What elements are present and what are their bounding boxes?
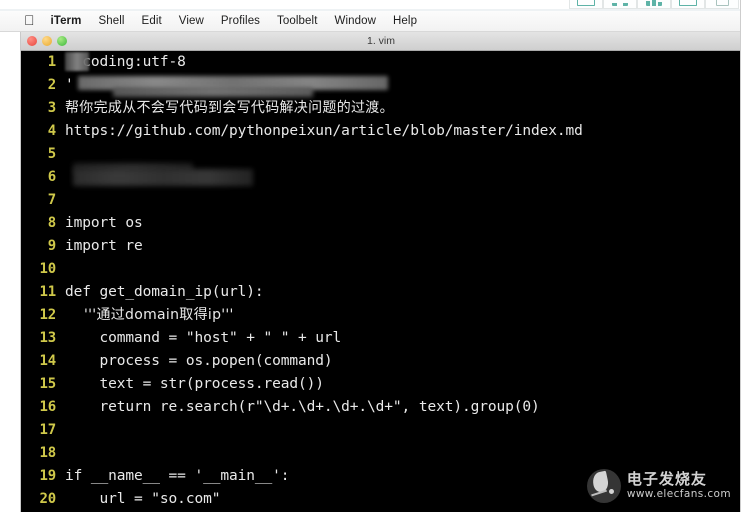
line-number: 12 bbox=[39, 307, 57, 323]
line-number: 3 bbox=[47, 100, 56, 116]
code-text: 帮你完成从不会写代码到会写代码解决问题的过渡。 bbox=[65, 100, 394, 116]
code-text: '''通过domain取得ip''' bbox=[65, 307, 234, 323]
code-line: 3 帮你完成从不会写代码到会写代码解决问题的过渡。 bbox=[21, 97, 741, 120]
window-title: 1. vim bbox=[366, 35, 395, 47]
code-line: 2 ' bbox=[21, 74, 741, 97]
menu-item-shell[interactable]: Shell bbox=[98, 15, 124, 27]
code-line: 17 bbox=[21, 419, 741, 442]
line-number: 14 bbox=[39, 353, 57, 369]
line-number: 8 bbox=[47, 215, 56, 231]
minimize-button[interactable] bbox=[42, 36, 52, 46]
code-text: text = str(process.read()) bbox=[65, 376, 324, 392]
code-line: 14 process = os.popen(command) bbox=[21, 350, 741, 373]
line-number: 5 bbox=[47, 146, 56, 162]
code-text: def get_domain_ip(url): bbox=[65, 284, 264, 300]
code-text: coding:utf-8 bbox=[65, 54, 186, 70]
bars-icon bbox=[646, 0, 662, 6]
menu-item-help[interactable]: Help bbox=[393, 15, 417, 27]
line-number: 15 bbox=[39, 376, 57, 392]
menu-item-window[interactable]: Window bbox=[335, 15, 377, 27]
line-number: 4 bbox=[47, 123, 56, 139]
code-line: 11 def get_domain_ip(url): bbox=[21, 281, 741, 304]
code-line: 9 import re bbox=[21, 235, 741, 258]
macos-menubar:  iTerm Shell Edit View Profiles Toolbel… bbox=[0, 11, 741, 32]
menu-item-edit[interactable]: Edit bbox=[142, 15, 162, 27]
code-line: 10 bbox=[21, 258, 741, 281]
line-number: 11 bbox=[39, 284, 57, 300]
line-number: 7 bbox=[47, 192, 56, 208]
code-text: return re.search(r"\d+.\d+.\d+.\d+", tex… bbox=[65, 399, 540, 415]
menu-item-view[interactable]: View bbox=[179, 15, 204, 27]
traffic-lights bbox=[27, 36, 67, 46]
line-number: 13 bbox=[39, 330, 57, 346]
menu-item-profiles[interactable]: Profiles bbox=[221, 15, 260, 27]
code-text: import os bbox=[65, 215, 143, 231]
zoom-button[interactable] bbox=[57, 36, 67, 46]
code-line: 18 bbox=[21, 442, 741, 465]
code-text: command = "host" + " " + url bbox=[65, 330, 342, 346]
close-button[interactable] bbox=[27, 36, 37, 46]
outer-app-toolbar bbox=[0, 0, 741, 11]
line-number: 2 bbox=[47, 77, 56, 93]
code-line: 16 return re.search(r"\d+.\d+.\d+.\d+", … bbox=[21, 396, 741, 419]
vim-code-area[interactable]: 1 coding:utf-8 2 ' 3 帮你完成从不会写代码到会写代码解决问题的过渡。… bbox=[21, 51, 741, 511]
toolbar-button-3[interactable] bbox=[637, 0, 671, 9]
code-line: 5 bbox=[21, 143, 741, 166]
code-line: 7 bbox=[21, 189, 741, 212]
tray-icon bbox=[577, 0, 595, 6]
apple-logo-icon[interactable]:  bbox=[24, 13, 35, 27]
toolbar-button-2[interactable] bbox=[603, 0, 637, 9]
line-number: 17 bbox=[39, 422, 57, 438]
code-text: process = os.popen(command) bbox=[65, 353, 333, 369]
toolbar-button-1[interactable] bbox=[569, 0, 603, 9]
code-text: import re bbox=[65, 238, 143, 254]
dots-icon bbox=[612, 3, 628, 6]
square-icon bbox=[715, 0, 729, 6]
line-number: 6 bbox=[47, 169, 56, 185]
line-number: 9 bbox=[47, 238, 56, 254]
line-number: 16 bbox=[39, 399, 57, 415]
code-text: ' bbox=[65, 77, 74, 93]
menu-item-iterm[interactable]: iTerm bbox=[51, 15, 82, 27]
window-titlebar[interactable]: 1. vim bbox=[21, 32, 741, 51]
code-line: 20 url = "so.com" bbox=[21, 488, 741, 511]
code-line: 15 text = str(process.read()) bbox=[21, 373, 741, 396]
line-number: 1 bbox=[47, 54, 56, 70]
line-number: 19 bbox=[39, 468, 57, 484]
iterm-window: 1. vim 1 coding:utf-8 2 ' 3 帮你完成从不会写代码到会写代码解… bbox=[20, 32, 741, 512]
toolbar-button-5[interactable] bbox=[705, 0, 739, 9]
code-line: 19 if __name__ == '__main__': bbox=[21, 465, 741, 488]
code-line: 13 command = "host" + " " + url bbox=[21, 327, 741, 350]
code-line: 1 coding:utf-8 bbox=[21, 51, 741, 74]
code-line: 8 import os bbox=[21, 212, 741, 235]
tray-icon bbox=[679, 0, 697, 6]
menu-item-toolbelt[interactable]: Toolbelt bbox=[277, 15, 317, 27]
line-number: 20 bbox=[39, 491, 57, 507]
code-text: if __name__ == '__main__': bbox=[65, 468, 290, 484]
code-line: 6 bbox=[21, 166, 741, 189]
code-text: https://github.com/pythonpeixun/article/… bbox=[65, 123, 583, 139]
screenshot-root:  iTerm Shell Edit View Profiles Toolbel… bbox=[0, 0, 741, 512]
code-text: url = "so.com" bbox=[65, 491, 221, 507]
toolbar-button-4[interactable] bbox=[671, 0, 705, 9]
code-line: 12 '''通过domain取得ip''' bbox=[21, 304, 741, 327]
line-number: 18 bbox=[39, 445, 57, 461]
code-line: 4 https://github.com/pythonpeixun/article… bbox=[21, 120, 741, 143]
line-number: 10 bbox=[39, 261, 57, 277]
outer-toolbar-button-group bbox=[569, 0, 739, 9]
